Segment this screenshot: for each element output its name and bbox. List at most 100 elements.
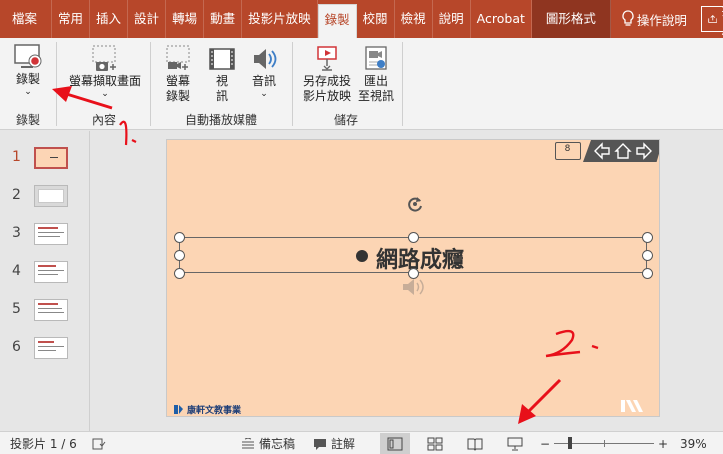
slide-counter[interactable]: 投影片 1 / 6 <box>10 432 77 454</box>
save-show-label-2: 影片放映 <box>302 89 351 103</box>
export-video-label-1: 匯出 <box>363 74 388 88</box>
record-button[interactable]: 錄製 ⌄ <box>10 42 46 97</box>
lightbulb-icon[interactable] <box>621 0 635 38</box>
accessibility-icon[interactable] <box>92 432 106 454</box>
tab-slideshow[interactable]: 投影片放映 <box>242 0 318 38</box>
reading-view-button[interactable] <box>460 433 490 454</box>
share-icon <box>708 15 718 23</box>
thumbnail-slide-5[interactable]: 5 <box>0 295 90 325</box>
save-as-show-button[interactable]: 另存成投 影片放映 <box>300 44 354 104</box>
resize-handle[interactable] <box>174 268 185 279</box>
tab-view[interactable]: 檢視 <box>395 0 433 38</box>
notes-icon <box>242 437 254 448</box>
tab-insert[interactable]: 插入 <box>90 0 129 38</box>
zoom-slider-center-tick <box>604 440 605 447</box>
video-label-1: 視 <box>215 74 228 88</box>
tab-recording[interactable]: 錄製 <box>317 4 357 38</box>
record-icon <box>14 44 42 68</box>
tab-help[interactable]: 說明 <box>433 0 471 38</box>
group-divider <box>56 42 57 126</box>
chevron-down-icon: ⌄ <box>24 87 32 97</box>
arrow-right-icon[interactable] <box>635 142 653 160</box>
thumbnail-image <box>34 299 68 321</box>
save-show-icon <box>317 46 337 71</box>
comment-icon <box>314 438 326 450</box>
thumbnail-slide-1[interactable]: 1 <box>0 143 90 173</box>
export-video-label-2: 至視訊 <box>357 89 394 103</box>
tab-animations[interactable]: 動畫 <box>204 0 243 38</box>
thumbnail-slide-3[interactable]: 3 <box>0 219 90 249</box>
video-label-2: 訊 <box>215 89 228 103</box>
slide-title[interactable]: 網路成癮 <box>376 242 464 274</box>
screenshot-button[interactable]: 螢幕擷取畫面 ⌄ <box>62 44 148 99</box>
thumbnail-image <box>34 261 68 283</box>
zoom-level-label: 39% <box>680 436 707 451</box>
resize-handle[interactable] <box>408 232 419 243</box>
thumbnail-number: 4 <box>12 263 21 279</box>
zoom-out-button[interactable]: − <box>540 432 550 454</box>
resize-handle[interactable] <box>174 232 185 243</box>
group-content-label: 內容 <box>91 113 116 127</box>
chevron-down-icon: ⌄ <box>260 89 268 99</box>
publisher-name: 康軒文教事業 <box>187 406 242 416</box>
notes-label: 備忘稿 <box>259 437 296 451</box>
normal-view-button[interactable] <box>380 433 410 454</box>
audio-button[interactable]: 音訊 ⌄ <box>246 44 282 99</box>
screen-recording-label-1: 螢幕 <box>165 74 190 88</box>
notes-button[interactable]: 備忘稿 <box>241 432 295 454</box>
ribbon-panel: 錄製 ⌄ 錄製 螢幕擷取畫面 ⌄ 內容 螢幕 錄製 視 訊 音訊 ⌄ 自動播放媒… <box>0 38 723 130</box>
thumbnail-slide-6[interactable]: 6 <box>0 333 90 363</box>
thumbnail-number: 5 <box>12 301 21 317</box>
arrow-left-icon[interactable] <box>593 142 611 160</box>
audio-object-icon[interactable] <box>401 277 427 297</box>
zoom-in-label: + <box>658 436 669 451</box>
status-bar: 投影片 1 / 6 備忘稿 註解 − + 39% <box>0 431 723 454</box>
group-automedia-label: 自動播放媒體 <box>184 113 257 127</box>
zoom-in-button[interactable]: + <box>658 432 668 454</box>
resize-handle[interactable] <box>642 232 653 243</box>
tab-review[interactable]: 校閱 <box>357 0 395 38</box>
screenshot-label: 螢幕擷取畫面 <box>68 74 141 88</box>
chevron-down-icon: ⌄ <box>101 89 109 99</box>
rotate-handle-icon[interactable] <box>405 194 425 214</box>
bullet-dot <box>356 250 368 262</box>
tab-file[interactable]: 檔案 <box>0 0 53 38</box>
screen-recording-icon <box>166 45 190 70</box>
normal-view-icon <box>387 437 403 450</box>
group-record-label: 錄製 <box>15 113 40 127</box>
ribbon-tab-bar: 檔案 常用 插入 設計 轉場 動畫 投影片放映 錄製 校閱 檢視 說明 Acro… <box>0 0 723 38</box>
tab-home[interactable]: 常用 <box>52 0 91 38</box>
current-slide[interactable]: 8 網路成癮 康軒文教事業 <box>166 139 660 417</box>
export-video-button[interactable]: 匯出 至視訊 <box>356 44 396 104</box>
video-button[interactable]: 視 訊 <box>204 44 240 104</box>
resize-handle[interactable] <box>174 250 185 261</box>
thumbnail-image <box>34 185 68 207</box>
tab-transitions[interactable]: 轉場 <box>166 0 205 38</box>
slide-editing-area: 8 網路成癮 康軒文教事業 <box>91 131 723 431</box>
zoom-slider-thumb[interactable] <box>568 437 572 449</box>
thumbnail-image <box>34 147 68 169</box>
tab-design[interactable]: 設計 <box>128 0 167 38</box>
thumbnail-slide-4[interactable]: 4 <box>0 257 90 287</box>
share-button[interactable]: 共用 <box>700 3 723 37</box>
screen-recording-button[interactable]: 螢幕 錄製 <box>160 44 196 104</box>
thumbnail-image <box>34 223 68 245</box>
tab-acrobat[interactable]: Acrobat <box>471 0 532 38</box>
resize-handle[interactable] <box>642 250 653 261</box>
resize-handle[interactable] <box>642 268 653 279</box>
corner-logo-icon <box>619 398 645 414</box>
thumbnail-slide-2[interactable]: 2 <box>0 181 90 211</box>
thumbnail-number: 1 <box>12 149 21 165</box>
home-icon[interactable] <box>614 142 632 160</box>
slideshow-button[interactable] <box>500 433 530 454</box>
comments-button[interactable]: 註解 <box>313 432 355 454</box>
tab-shape-format[interactable]: 圖形格式 <box>531 0 611 38</box>
zoom-level[interactable]: 39% <box>680 432 707 454</box>
book-page-number: 8 <box>564 144 571 154</box>
thumbnail-image <box>34 337 68 359</box>
book-icon[interactable]: 8 <box>555 142 581 160</box>
slide-sorter-button[interactable] <box>420 433 450 454</box>
zoom-slider[interactable] <box>554 437 654 449</box>
reading-view-icon <box>467 438 483 451</box>
tell-me-search[interactable]: 操作說明 <box>637 10 687 29</box>
